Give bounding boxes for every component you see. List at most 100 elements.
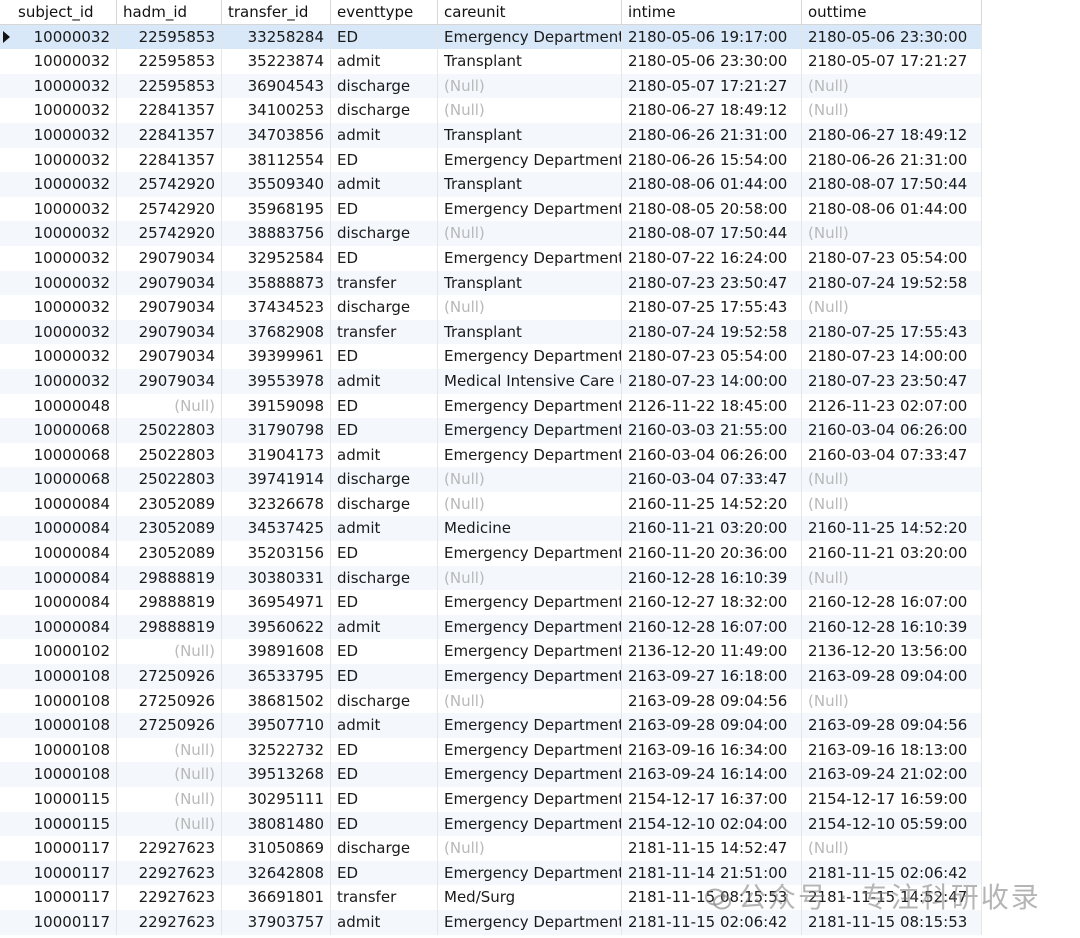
cell-transfer-id[interactable]: 37903757 [222,909,331,935]
cell-subject-id[interactable]: 10000108 [0,762,117,787]
cell-transfer-id[interactable]: 34100253 [222,98,331,123]
table-row[interactable]: 10000084 29888819 39560622 admit Emergency D… [0,614,982,640]
cell-outtime[interactable]: 2180-05-07 17:21:27 [802,49,982,74]
table-row[interactable]: 10000084 23052089 32326678 discharge (Null) 2… [0,491,982,517]
cell-outtime[interactable]: 2154-12-17 16:59:00 [802,787,982,812]
cell-outtime[interactable]: 2163-09-28 09:04:00 [802,664,982,689]
cell-transfer-id[interactable]: 30295111 [222,787,331,812]
table-row[interactable]: 10000032 29079034 37434523 discharge (Null) 2… [0,295,982,320]
cell-hadm-id[interactable]: (Null) [117,393,222,419]
cell-subject-id[interactable]: 10000102 [0,639,117,665]
cell-intime[interactable]: 2180-05-07 17:21:27 [622,73,802,99]
cell-subject-id[interactable]: 10000115 [0,787,117,812]
cell-transfer-id[interactable]: 36533795 [222,664,331,689]
cell-transfer-id[interactable]: 38112554 [222,147,331,173]
cell-subject-id[interactable]: 10000084 [0,590,117,615]
cell-intime[interactable]: 2180-07-23 23:50:47 [622,270,802,296]
cell-outtime[interactable]: (Null) [802,491,982,517]
table-row[interactable]: 10000032 29079034 32952584 ED Emergency Depa… [0,245,982,271]
cell-outtime[interactable]: (Null) [802,467,982,492]
cell-careunit[interactable]: Transplant [438,49,622,74]
cell-subject-id[interactable]: 10000117 [0,836,117,861]
cell-outtime[interactable]: (Null) [802,73,982,99]
cell-eventtype[interactable]: discharge [331,836,438,861]
cell-subject-id[interactable]: 10000032 [0,368,117,394]
cell-intime[interactable]: 2160-12-28 16:07:00 [622,614,802,640]
cell-careunit[interactable]: Emergency Department ( [438,442,622,468]
table-row[interactable]: 10000032 22595853 33258284 ED Emergency Depa… [0,24,982,50]
cell-careunit[interactable]: Emergency Department [438,762,622,787]
cell-careunit[interactable]: (Null) [438,565,622,591]
table-row[interactable]: 10000117 22927623 32642808 ED Emergency Depa… [0,860,982,886]
table-row[interactable]: 10000032 25742920 38883756 discharge (Null) 2… [0,221,982,246]
cell-transfer-id[interactable]: 35968195 [222,196,331,222]
cell-hadm-id[interactable]: 25022803 [117,467,222,492]
cell-transfer-id[interactable]: 35223874 [222,49,331,74]
cell-transfer-id[interactable]: 37434523 [222,295,331,320]
cell-outtime[interactable]: (Null) [802,221,982,246]
cell-intime[interactable]: 2154-12-10 02:04:00 [622,811,802,837]
cell-eventtype[interactable]: discharge [331,491,438,517]
cell-eventtype[interactable]: ED [331,393,438,419]
cell-hadm-id[interactable]: 27250926 [117,688,222,714]
cell-eventtype[interactable]: transfer [331,885,438,910]
table-row[interactable]: 10000032 22595853 36904543 discharge (Null) 2… [0,73,982,99]
cell-transfer-id[interactable]: 34537425 [222,516,331,542]
cell-eventtype[interactable]: discharge [331,221,438,246]
cell-careunit[interactable]: Emergency Department [438,24,622,50]
cell-outtime[interactable]: 2181-11-15 08:15:53 [802,909,982,935]
table-row[interactable]: 10000117 22927623 36691801 transfer Med/Surg… [0,885,982,910]
cell-transfer-id[interactable]: 34703856 [222,122,331,148]
cell-intime[interactable]: 2180-08-06 01:44:00 [622,172,802,197]
cell-transfer-id[interactable]: 39741914 [222,467,331,492]
cell-transfer-id[interactable]: 38081480 [222,811,331,837]
cell-intime[interactable]: 2160-03-04 06:26:00 [622,442,802,468]
cell-eventtype[interactable]: admit [331,172,438,197]
cell-eventtype[interactable]: ED [331,762,438,787]
cell-hadm-id[interactable]: (Null) [117,787,222,812]
cell-careunit[interactable]: Emergency Department [438,196,622,222]
cell-transfer-id[interactable]: 39560622 [222,614,331,640]
table-row[interactable]: 10000032 29079034 35888873 transfer Transpla… [0,270,982,296]
cell-outtime[interactable]: 2181-11-15 14:52:47 [802,885,982,910]
cell-intime[interactable]: 2160-11-21 03:20:00 [622,516,802,542]
cell-hadm-id[interactable]: (Null) [117,737,222,763]
cell-subject-id[interactable]: 10000032 [0,172,117,197]
cell-eventtype[interactable]: admit [331,713,438,738]
cell-hadm-id[interactable]: 25742920 [117,196,222,222]
cell-hadm-id[interactable]: 23052089 [117,541,222,566]
cell-subject-id[interactable]: 10000084 [0,541,117,566]
cell-eventtype[interactable]: ED [331,811,438,837]
cell-hadm-id[interactable]: 25022803 [117,418,222,443]
cell-outtime[interactable]: 2180-06-27 18:49:12 [802,122,982,148]
cell-subject-id[interactable]: 10000032 [0,196,117,222]
cell-careunit[interactable]: Emergency Department [438,737,622,763]
cell-intime[interactable]: 2154-12-17 16:37:00 [622,787,802,812]
cell-careunit[interactable]: Emergency Department [438,147,622,173]
cell-intime[interactable]: 2163-09-27 16:18:00 [622,664,802,689]
cell-hadm-id[interactable]: 23052089 [117,516,222,542]
cell-intime[interactable]: 2180-07-22 16:24:00 [622,245,802,271]
cell-subject-id[interactable]: 10000032 [0,245,117,271]
cell-hadm-id[interactable]: 22841357 [117,147,222,173]
table-row[interactable]: 10000108 27250926 39507710 admit Emergency D… [0,713,982,738]
cell-intime[interactable]: 2136-12-20 11:49:00 [622,639,802,665]
cell-subject-id[interactable]: 10000068 [0,442,117,468]
cell-subject-id[interactable]: 10000068 [0,467,117,492]
cell-subject-id[interactable]: 10000032 [0,49,117,74]
column-header-hadm-id[interactable]: hadm_id [117,0,222,24]
cell-hadm-id[interactable]: 27250926 [117,713,222,738]
cell-outtime[interactable]: 2163-09-16 18:13:00 [802,737,982,763]
cell-outtime[interactable]: 2180-07-24 19:52:58 [802,270,982,296]
cell-careunit[interactable]: (Null) [438,688,622,714]
cell-subject-id[interactable]: 10000032 [0,344,117,369]
table-row[interactable]: 10000032 22595853 35223874 admit Transplant 2… [0,49,982,74]
cell-transfer-id[interactable]: 32326678 [222,491,331,517]
cell-intime[interactable]: 2180-08-07 17:50:44 [622,221,802,246]
cell-intime[interactable]: 2181-11-14 21:51:00 [622,860,802,886]
cell-careunit[interactable]: Emergency Department ( [438,713,622,738]
cell-intime[interactable]: 2180-07-25 17:55:43 [622,295,802,320]
table-row[interactable]: 10000032 25742920 35509340 admit Transplant 2… [0,172,982,197]
cell-careunit[interactable]: (Null) [438,98,622,123]
column-header-careunit[interactable]: careunit [438,0,622,24]
